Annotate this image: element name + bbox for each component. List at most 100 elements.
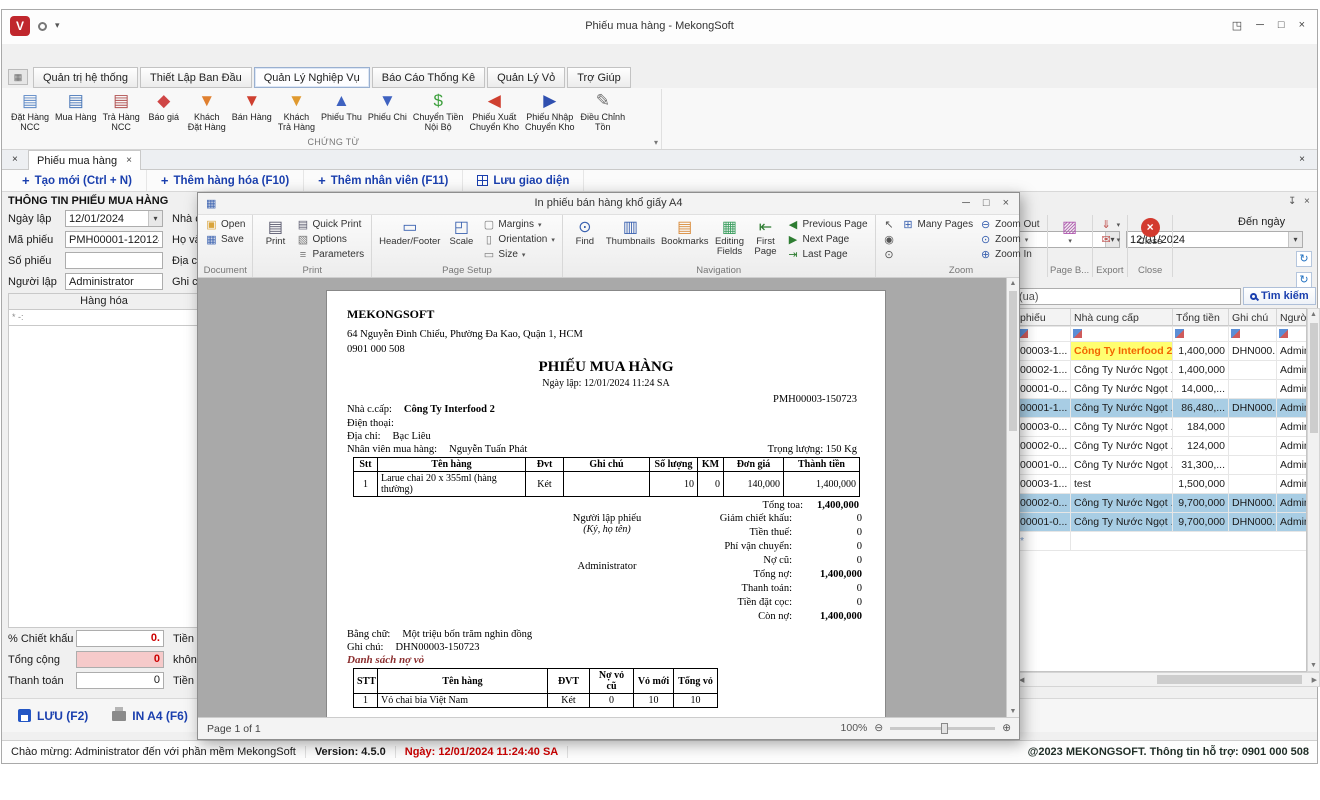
scroll-down-icon[interactable]: ▼ (1007, 708, 1019, 715)
ribbon-button-bao-gia[interactable]: ◆Báo giá (143, 89, 185, 136)
preview-btn-send-email[interactable]: ✉▾ (1097, 232, 1124, 247)
preview-btn-header-footer[interactable]: ▭Header/Footer (376, 217, 443, 248)
preview-btn-quick-print[interactable]: ▤Quick Print (293, 217, 367, 232)
ribbon-button-phieu-nhap-chuyen-kho[interactable]: ▶Phiếu Nhập Chuyển Kho (522, 89, 578, 136)
po-grid-horizontal-scrollbar[interactable]: ◀ ▶ (1016, 672, 1320, 687)
dialog-close-button[interactable]: × (1003, 197, 1009, 209)
po-list-row[interactable]: 00001-1...Công Ty Nước Ngọt ...86,480,..… (1017, 399, 1306, 418)
tabbar-close-right-icon[interactable]: × (1299, 154, 1305, 165)
button-luu-f2[interactable]: LƯU (F2) (6, 699, 100, 732)
field-ma-phieu[interactable]: PMH00001-120124 (65, 231, 163, 248)
po-list-row[interactable]: 00002-0...Công Ty Nước Ngọt ...9,700,000… (1017, 494, 1306, 513)
filter-cell[interactable] (1277, 327, 1307, 341)
field-nguoi-lap[interactable]: Administrator (65, 273, 163, 290)
action-them-hang-hoa-f10[interactable]: +Thêm hàng hóa (F10) (147, 170, 304, 191)
panel-pin-icon[interactable]: ↧ (1288, 196, 1296, 207)
scrollbar-thumb[interactable] (1009, 291, 1017, 431)
preview-btn-next-page[interactable]: ▶Next Page (783, 232, 870, 247)
tab-close-icon[interactable]: × (126, 155, 132, 166)
preview-btn-previous-page[interactable]: ◀Previous Page (783, 217, 870, 232)
ribbon-button-dat-hang-ncc[interactable]: ▤Đặt Hàng NCC (8, 89, 52, 136)
filter-cell[interactable] (1229, 327, 1277, 341)
ribbon-tab-quan-ly-vo[interactable]: Quản Lý Vỏ (487, 67, 565, 88)
ribbon-group-collapse-icon[interactable]: ▾ (654, 138, 658, 147)
ribbon-button-chuyen-tien-noi-bo[interactable]: $Chuyển Tiền Nội Bộ (410, 89, 467, 136)
restore-button[interactable]: □ (1278, 19, 1285, 32)
ribbon-tab-quan-ly-nghiep-vu[interactable]: Quản Lý Nghiệp Vụ (254, 67, 370, 88)
ribbon-button-ban-hang[interactable]: ▼Bán Hàng (229, 89, 275, 136)
dialog-minimize-button[interactable]: ─ (962, 197, 970, 209)
preview-btn-save[interactable]: ▦Save (202, 232, 248, 247)
zoom-slider[interactable] (890, 727, 995, 730)
field-thanh-toan[interactable]: 0 (76, 672, 164, 689)
preview-btn-size[interactable]: ▭Size▾ (479, 247, 557, 262)
scroll-up-icon[interactable]: ▲ (1308, 311, 1319, 318)
po-column-tong-tien[interactable]: Tổng tiền (1173, 309, 1229, 326)
field-so-phieu[interactable] (65, 252, 163, 269)
items-grid-header[interactable]: Hàng hóa (8, 293, 200, 310)
search-button[interactable]: Tìm kiếm (1243, 287, 1316, 305)
scrollbar-thumb[interactable] (1157, 675, 1302, 684)
po-list-row[interactable]: 00003-1...test1,500,000Admin (1017, 475, 1306, 494)
scroll-up-icon[interactable]: ▲ (1007, 280, 1019, 287)
preview-btn-many-pages[interactable]: ⊞Many Pages (899, 217, 977, 232)
app-menu-icon[interactable]: ▦ (8, 69, 28, 85)
ribbon-tab-thiet-lap-ban-dau[interactable]: Thiết Lập Ban Đầu (140, 67, 252, 88)
po-column-phieu[interactable]: phiếu (1017, 309, 1071, 326)
field-ngay-lap[interactable]: 12/01/2024▾ (65, 210, 163, 227)
preview-btn-zoom-in[interactable]: ⊕Zoom In (976, 247, 1042, 262)
po-list-row[interactable]: 00001-0...Công Ty Nước Ngọt ...31,300,..… (1017, 456, 1306, 475)
preview-btn-find[interactable]: ⊙Find (567, 217, 603, 248)
ribbon-button-phieu-xuat-chuyen-kho[interactable]: ◀Phiếu Xuất Chuyển Kho (466, 89, 522, 136)
po-column-ghi-chu[interactable]: Ghi chú (1229, 309, 1277, 326)
preview-btn-last-page[interactable]: ⇥Last Page (783, 247, 870, 262)
minimize-button[interactable]: ─ (1256, 19, 1264, 32)
tabbar-close-icon[interactable]: × (12, 154, 18, 165)
preview-btn-close[interactable]: ×Close (1132, 217, 1168, 248)
preview-btn-bookmarks[interactable]: ▤Bookmarks (658, 217, 712, 248)
preview-btn-pointer-tool[interactable]: ↖ (880, 217, 899, 232)
pin-window-icon[interactable]: ◳ (1232, 19, 1242, 32)
po-list-row[interactable]: 00001-0...Công Ty Nước Ngọt ...14,000,..… (1017, 380, 1306, 399)
ribbon-tab-tro-giup[interactable]: Trợ Giúp (567, 67, 630, 88)
preview-btn-hand-tool[interactable]: ◉ (880, 232, 899, 247)
items-grid-body[interactable] (8, 326, 200, 628)
action-them-nhan-vien-f11[interactable]: +Thêm nhân viên (F11) (304, 170, 463, 191)
po-grid-vertical-scrollbar[interactable]: ▲ ▼ (1307, 308, 1320, 672)
preview-btn-open[interactable]: ▣Open (202, 217, 248, 232)
preview-btn-magnifier-tool[interactable]: ⊙ (880, 247, 899, 262)
chevron-down-icon[interactable]: ▾ (1288, 232, 1302, 247)
preview-btn-parameters[interactable]: ≡Parameters (293, 247, 367, 262)
field-tong-cong[interactable]: 0 (76, 651, 164, 668)
ribbon-button-mua-hang[interactable]: ▤Mua Hàng (52, 89, 100, 136)
filter-cell[interactable] (1071, 327, 1173, 341)
zoom-in-icon[interactable]: ⊕ (1002, 722, 1011, 734)
zoom-out-icon[interactable]: ⊖ (874, 722, 883, 734)
preview-btn-page-background[interactable]: ▨▾ (1052, 217, 1088, 246)
zoom-slider-thumb[interactable] (941, 723, 948, 734)
action-luu-giao-dien[interactable]: Lưu giao diện (463, 170, 584, 191)
ribbon-button-khach-tra-hang[interactable]: ▼Khách Trả Hàng (275, 89, 318, 136)
dialog-maximize-button[interactable]: □ (983, 197, 990, 209)
preview-btn-margins[interactable]: ▢Margins▾ (479, 217, 557, 232)
refresh-button-2[interactable]: ↻ (1296, 272, 1312, 288)
preview-btn-export-document[interactable]: ⇓▾ (1097, 217, 1124, 232)
preview-btn-editing-fields[interactable]: ▦Editing Fields (711, 217, 747, 258)
preview-btn-print[interactable]: ▤Print (257, 217, 293, 248)
filter-cell[interactable] (1173, 327, 1229, 341)
ribbon-tab-bao-cao-thong-ke[interactable]: Báo Cáo Thống Kê (372, 67, 485, 88)
preview-btn-scale[interactable]: ◰Scale (443, 217, 479, 248)
items-grid-new-row[interactable]: * -: (8, 310, 200, 326)
po-list-row[interactable]: 00003-0...Công Ty Nước Ngọt ...184,000Ad… (1017, 418, 1306, 437)
chevron-down-icon[interactable]: ▾ (148, 211, 162, 226)
button-in-a4-f6[interactable]: IN A4 (F6) (100, 699, 200, 732)
preview-area[interactable]: MEKONGSOFT 64 Nguyễn Đình Chiểu, Phường … (198, 278, 1006, 717)
ribbon-button-dieu-chinh-ton[interactable]: ✎Điều Chỉnh Tồn (578, 89, 629, 136)
scrollbar-thumb[interactable] (1310, 323, 1318, 433)
field-chiet-khau[interactable]: 0. (76, 630, 164, 647)
preview-btn-options[interactable]: ▧Options (293, 232, 367, 247)
po-list-row[interactable]: 00002-1...Công Ty Nước Ngọt ...1,400,000… (1017, 361, 1306, 380)
ribbon-button-tra-hang-ncc[interactable]: ▤Trả Hàng NCC (100, 89, 143, 136)
preview-btn-orientation[interactable]: ▯Orientation▾ (479, 232, 557, 247)
po-list-row[interactable]: 00003-1...Công Ty Interfood 21,400,000DH… (1017, 342, 1306, 361)
